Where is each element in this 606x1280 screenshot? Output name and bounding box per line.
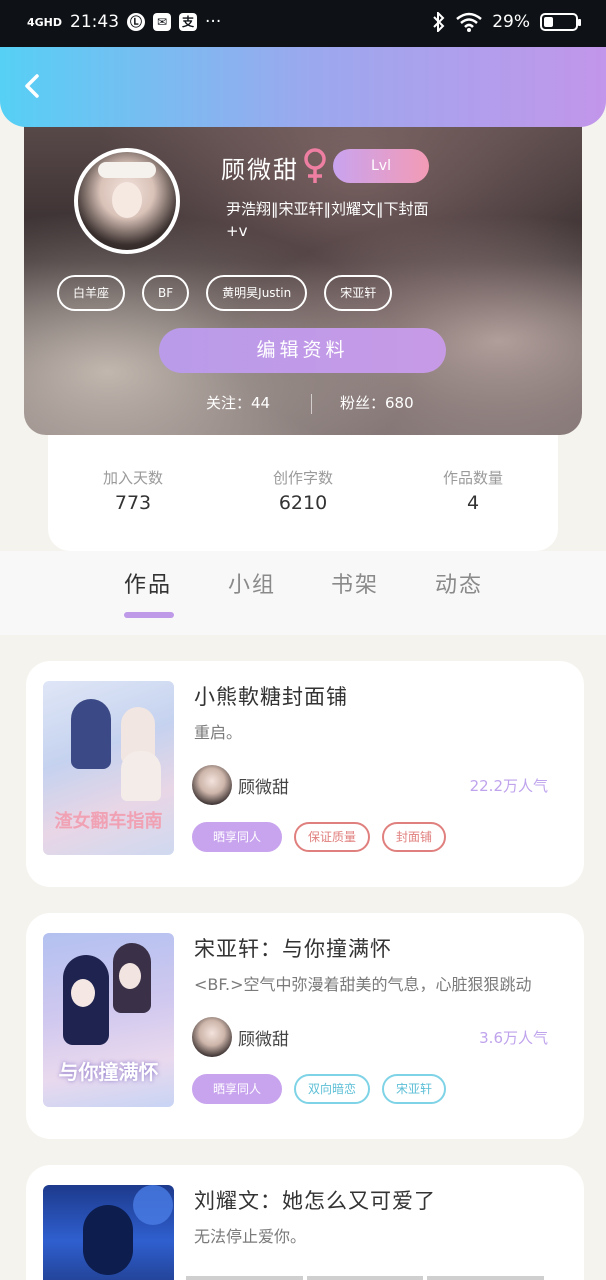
gesture-bar xyxy=(186,1276,545,1280)
cover-title: 渣女翻车指南 xyxy=(54,811,163,832)
battery-icon xyxy=(540,13,581,31)
female-icon xyxy=(304,148,326,183)
tab-bookshelf[interactable]: 书架 xyxy=(331,567,379,599)
follow-stats: 关注：44 粉丝：680 xyxy=(24,392,582,416)
work-tag[interactable]: 封面铺 xyxy=(382,822,447,852)
followers-count[interactable]: 粉丝：680 xyxy=(340,392,414,413)
stat-label: 创作字数 xyxy=(272,469,333,487)
work-title: 宋亚轩：与你撞满怀 xyxy=(194,937,392,961)
profile-tags: 白羊座 BF 黄明昊Justin 宋亚轩 xyxy=(57,275,393,311)
tab-works[interactable]: 作品 xyxy=(124,567,172,599)
work-description: <BF.>空气中弥漫着甜美的气息，心脏狠狠跳动 xyxy=(194,975,532,994)
edit-profile-button[interactable]: 编辑资料 xyxy=(159,328,446,373)
stat-label: 加入天数 xyxy=(102,469,163,487)
author-name: 顾微甜 xyxy=(238,778,289,798)
work-title: 小熊軟糖封面铺 xyxy=(194,685,348,709)
work-description: 无法停止爱你。 xyxy=(194,1227,307,1246)
work-tag[interactable]: 晒享同人 xyxy=(192,1074,282,1104)
book-cover[interactable] xyxy=(43,1185,174,1280)
profile-tag[interactable]: BF xyxy=(142,275,190,311)
cover-title: 与你撞满怀 xyxy=(58,1060,159,1084)
status-bar: 4GHD 21:43 Ⓛ ✉ 支 ··· 29% xyxy=(0,0,606,48)
level-badge: Lvl xyxy=(333,149,429,183)
bluetooth-icon xyxy=(433,12,445,32)
profile-tag[interactable]: 黄明昊Justin xyxy=(206,275,308,311)
work-tag[interactable]: 晒享同人 xyxy=(192,822,282,852)
stat-label: 作品数量 xyxy=(442,469,503,487)
stats-panel: 加入天数 773 创作字数 6210 作品数量 4 xyxy=(48,435,558,551)
alipay-icon: 支 xyxy=(179,13,198,31)
work-tag[interactable]: 双向暗恋 xyxy=(294,1074,371,1104)
app-notification-icon: Ⓛ xyxy=(127,13,146,31)
book-cover[interactable]: 渣女翻车指南 xyxy=(43,681,174,855)
divider xyxy=(311,394,312,414)
author-avatar xyxy=(192,765,232,805)
work-title: 刘耀文：她怎么又可爱了 xyxy=(194,1189,436,1213)
battery-percent: 29% xyxy=(492,12,530,32)
work-tags: 晒享同人 保证质量 封面铺 xyxy=(192,822,447,852)
work-tags: 晒享同人 双向暗恋 宋亚轩 xyxy=(192,1074,447,1104)
work-tag[interactable]: 宋亚轩 xyxy=(382,1074,447,1104)
tab-bar: 作品 小组 书架 动态 xyxy=(0,551,606,635)
profile-name: 顾微甜 xyxy=(221,156,299,184)
top-header xyxy=(0,47,606,127)
work-description: 重启。 xyxy=(194,723,243,742)
stat-join-days: 加入天数 773 xyxy=(63,467,203,514)
profile-bio: 尹浩翔‖宋亚轩‖刘耀文‖下封面+v xyxy=(226,200,429,240)
popularity-count: 3.6万人气 xyxy=(479,1029,548,1047)
work-card[interactable]: 渣女翻车指南 小熊軟糖封面铺 重启。 顾微甜 22.2万人气 晒享同人 保证质量… xyxy=(26,661,584,887)
profile-tag[interactable]: 宋亚轩 xyxy=(324,275,393,311)
signal-indicator: 4GHD xyxy=(27,15,63,29)
stat-value: 4 xyxy=(466,492,480,514)
status-time: 21:43 xyxy=(70,12,120,32)
popularity-count: 22.2万人气 xyxy=(469,777,548,795)
following-count[interactable]: 关注：44 xyxy=(206,392,270,413)
stat-value: 6210 xyxy=(278,492,328,514)
stat-value: 773 xyxy=(114,492,152,514)
stat-word-count: 创作字数 6210 xyxy=(233,467,373,514)
work-card[interactable]: 与你撞满怀 宋亚轩：与你撞满怀 <BF.>空气中弥漫着甜美的气息，心脏狠狠跳动 … xyxy=(26,913,584,1139)
stat-works-count: 作品数量 4 xyxy=(403,467,543,514)
profile-tag[interactable]: 白羊座 xyxy=(57,275,126,311)
avatar[interactable] xyxy=(74,148,180,254)
work-tag[interactable]: 保证质量 xyxy=(294,822,371,852)
book-cover[interactable]: 与你撞满怀 xyxy=(43,933,174,1107)
active-tab-indicator xyxy=(124,612,174,618)
profile-card: 顾微甜 Lvl 尹浩翔‖宋亚轩‖刘耀文‖下封面+v 白羊座 BF 黄明昊Just… xyxy=(24,120,582,435)
mail-icon: ✉ xyxy=(153,13,172,31)
tab-groups[interactable]: 小组 xyxy=(228,567,276,599)
author-name: 顾微甜 xyxy=(238,1030,289,1050)
work-card[interactable]: 刘耀文：她怎么又可爱了 无法停止爱你。 xyxy=(26,1165,584,1280)
more-notifications-icon: ··· xyxy=(205,12,222,32)
tab-activity[interactable]: 动态 xyxy=(435,567,483,599)
wifi-icon xyxy=(456,12,483,32)
chevron-left-icon[interactable] xyxy=(18,71,48,101)
author-avatar xyxy=(192,1017,232,1057)
